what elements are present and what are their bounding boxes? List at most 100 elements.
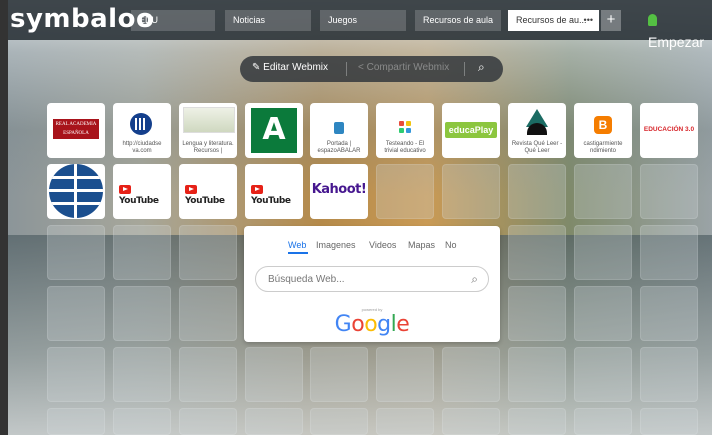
empty-tile[interactable] — [574, 164, 632, 219]
divider — [464, 62, 465, 76]
tab-noticias[interactable]: Noticias — [225, 10, 311, 31]
abalar-logo — [334, 122, 344, 134]
tile-label: Revista Qué Leer - Qué Leer — [511, 141, 563, 154]
empty-tile[interactable] — [574, 225, 632, 280]
empty-tile[interactable] — [245, 347, 303, 402]
empty-tile[interactable] — [640, 286, 698, 341]
search-tab-web[interactable]: Web — [288, 240, 306, 250]
empty-tile[interactable] — [442, 347, 500, 402]
empty-tile[interactable] — [113, 286, 171, 341]
add-tab-button[interactable]: + — [601, 10, 621, 31]
kahoot-logo-text: Kahoot! — [311, 182, 367, 197]
tile-youtube-1[interactable]: YouTube — [113, 164, 171, 219]
empty-tile[interactable] — [113, 408, 171, 435]
search-icon[interactable]: ⌕ — [471, 272, 478, 287]
letter-a-icon: A — [262, 112, 286, 147]
empty-tile[interactable] — [376, 164, 434, 219]
empty-tile[interactable] — [508, 225, 566, 280]
tile-testeando[interactable]: Testeando - El trivial educativo — [376, 103, 434, 158]
edit-webmix-button[interactable]: ✎ Editar Webmix — [252, 62, 328, 73]
pencil-icon: ✎ — [252, 62, 261, 73]
tile-junta-andalucia[interactable]: A — [245, 103, 303, 158]
tab-options-icon[interactable]: ••• — [584, 10, 593, 31]
testeando-logo — [399, 121, 411, 133]
tile-ciudadseva[interactable]: http://ciudadse va.com — [113, 103, 171, 158]
search-tab-more[interactable]: No — [445, 240, 457, 250]
empty-tile[interactable] — [179, 286, 237, 341]
start-button[interactable]: Empezar — [648, 9, 712, 53]
search-input[interactable]: Búsqueda Web... ⌕ — [255, 266, 489, 292]
empty-tile[interactable] — [245, 408, 303, 435]
educacion30-logo-text: EDUCACIÓN 3.0 — [643, 126, 695, 133]
search-icon[interactable]: ⌕ — [478, 60, 485, 75]
tab-label: Recursos de aula — [423, 15, 494, 25]
educaplay-logo: educaPlay — [445, 122, 497, 138]
tile-lengua[interactable]: Lengua y literatura. Recursos | — [179, 103, 237, 158]
empty-tile[interactable] — [640, 225, 698, 280]
empty-tile[interactable] — [640, 408, 698, 435]
empty-tile[interactable] — [179, 347, 237, 402]
tile-educaplay[interactable]: educaPlay — [442, 103, 500, 158]
tile-abalar[interactable]: Portada | espazoABALAR — [310, 103, 368, 158]
tile-educacion30[interactable]: EDUCACIÓN 3.0 — [640, 103, 698, 158]
empty-tile[interactable] — [113, 347, 171, 402]
tile-queleer[interactable]: Revista Qué Leer - Qué Leer — [508, 103, 566, 158]
tab-recursos-de-aula[interactable]: Recursos de aula — [415, 10, 501, 31]
google-logo: Google — [334, 312, 410, 337]
search-placeholder: Búsqueda Web... — [268, 274, 345, 285]
blogger-icon: B — [594, 116, 612, 134]
tab-juegos[interactable]: Juegos — [320, 10, 406, 31]
tab-recursos-active[interactable]: Recursos de au... ••• — [508, 10, 599, 31]
empty-tile[interactable] — [640, 347, 698, 402]
empty-tile[interactable] — [574, 286, 632, 341]
left-edge — [0, 0, 8, 435]
youtube-logo-text: YouTube — [119, 196, 159, 206]
empty-tile[interactable] — [376, 408, 434, 435]
empty-tile[interactable] — [47, 408, 105, 435]
search-tab-imagenes[interactable]: Imagenes — [316, 240, 356, 250]
tile-blogger[interactable]: B castigarmiente ndimiento — [574, 103, 632, 158]
search-tab-videos[interactable]: Videos — [369, 240, 396, 250]
share-icon: < — [358, 62, 364, 73]
lengua-thumbnail — [183, 107, 235, 133]
empty-tile[interactable] — [179, 225, 237, 280]
empty-tile[interactable] — [640, 164, 698, 219]
empty-tile[interactable] — [47, 286, 105, 341]
youtube-logo: YouTube — [251, 185, 303, 206]
tile-label: Lengua y literatura. Recursos | — [182, 141, 234, 154]
youtube-play-icon — [185, 185, 197, 194]
empty-tile[interactable] — [574, 347, 632, 402]
empty-tile[interactable] — [508, 347, 566, 402]
tile-youtube-3[interactable]: YouTube — [245, 164, 303, 219]
empty-tile[interactable] — [376, 347, 434, 402]
share-webmix-button[interactable]: < Compartir Webmix — [358, 62, 449, 73]
empty-tile[interactable] — [508, 408, 566, 435]
youtube-logo-text: YouTube — [251, 196, 291, 206]
empty-tile[interactable] — [508, 164, 566, 219]
empty-tile[interactable] — [47, 347, 105, 402]
empty-tile[interactable] — [47, 225, 105, 280]
empty-tile[interactable] — [310, 347, 368, 402]
empty-tile[interactable] — [179, 408, 237, 435]
tile-label: http://ciudadse va.com — [122, 141, 162, 154]
empty-tile[interactable] — [113, 225, 171, 280]
empty-tile[interactable] — [310, 408, 368, 435]
microphone-icon — [648, 14, 657, 26]
youtube-logo-text: YouTube — [185, 196, 225, 206]
tile-rae[interactable]: REAL ACADEMIA ESPAÑOLA — [47, 103, 105, 158]
tile-youtube-2[interactable]: YouTube — [179, 164, 237, 219]
empty-tile[interactable] — [574, 408, 632, 435]
empty-tile[interactable] — [442, 164, 500, 219]
empty-tile[interactable] — [442, 408, 500, 435]
tab-label: Noticias — [233, 15, 266, 25]
tab-edu[interactable]: EDU — [131, 10, 215, 31]
tile-kahoot[interactable]: Kahoot! — [310, 164, 368, 219]
youtube-play-icon — [119, 185, 131, 194]
search-tab-mapas[interactable]: Mapas — [408, 240, 435, 250]
ciudadseva-globe-icon — [130, 113, 152, 135]
share-webmix-label: Compartir Webmix — [366, 62, 450, 73]
tile-globe[interactable] — [47, 164, 105, 219]
tab-label: EDU — [139, 15, 159, 25]
divider — [346, 62, 347, 76]
empty-tile[interactable] — [508, 286, 566, 341]
